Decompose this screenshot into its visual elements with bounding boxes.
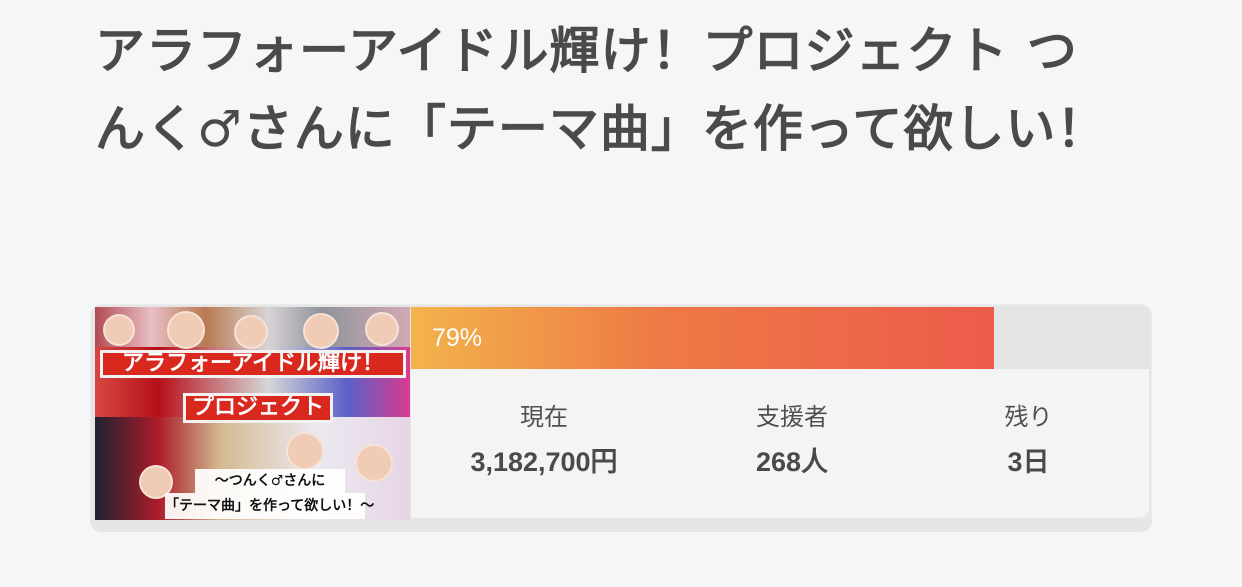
project-summary-card[interactable]: アラフォーアイドル輝け！ プロジェクト 〜つんく♂さんに 「テーマ曲」を作って欲…: [90, 304, 1152, 532]
funding-stats: 現在 3,182,700円 支援者 268人 残り 3日: [411, 369, 1149, 518]
thumbnail-face-8: [355, 444, 393, 482]
stat-remaining: 残り 3日: [981, 402, 1076, 478]
stat-backers-value: 268人: [755, 447, 829, 477]
stat-remaining-value: 3日: [1007, 447, 1050, 477]
card-bottom-edge: [90, 520, 1152, 532]
stat-backers-label: 支援者: [756, 403, 828, 431]
thumbnail-face-2: [167, 311, 205, 349]
stat-current: 現在 3,182,700円: [459, 402, 629, 478]
funding-progress-percent: 79%: [432, 324, 483, 352]
stat-current-value: 3,182,700円: [470, 447, 618, 477]
thumbnail-subtitle-line-1: 〜つんく♂さんに: [195, 469, 345, 493]
stat-backers: 支援者 268人: [727, 402, 857, 478]
thumbnail-title-line-2: プロジェクト: [183, 393, 333, 423]
page-title: アラフォーアイドル輝け！プロジェクト つんく♂さんに「テーマ曲」を作って欲しい！: [95, 22, 1108, 158]
thumbnail-subtitle-line-2: 「テーマ曲」を作って欲しい！〜: [165, 493, 374, 519]
funding-progress-fill: [411, 307, 995, 369]
project-page: アラフォーアイドル輝け！プロジェクト つんく♂さんに「テーマ曲」を作って欲しい！…: [0, 0, 1242, 587]
thumbnail-face-1: [103, 314, 135, 346]
stat-current-label: 現在: [520, 403, 568, 431]
thumbnail-title-line-1: アラフォーアイドル輝け！: [100, 350, 406, 378]
project-thumbnail[interactable]: アラフォーアイドル輝け！ プロジェクト 〜つんく♂さんに 「テーマ曲」を作って欲…: [95, 307, 410, 520]
thumbnail-face-4: [303, 313, 339, 349]
funding-progress-bar: 79%: [411, 307, 1149, 369]
thumbnail-face-5: [365, 312, 399, 346]
thumbnail-face-3: [234, 315, 268, 349]
thumbnail-face-7: [286, 432, 324, 470]
stat-remaining-label: 残り: [1004, 403, 1053, 431]
